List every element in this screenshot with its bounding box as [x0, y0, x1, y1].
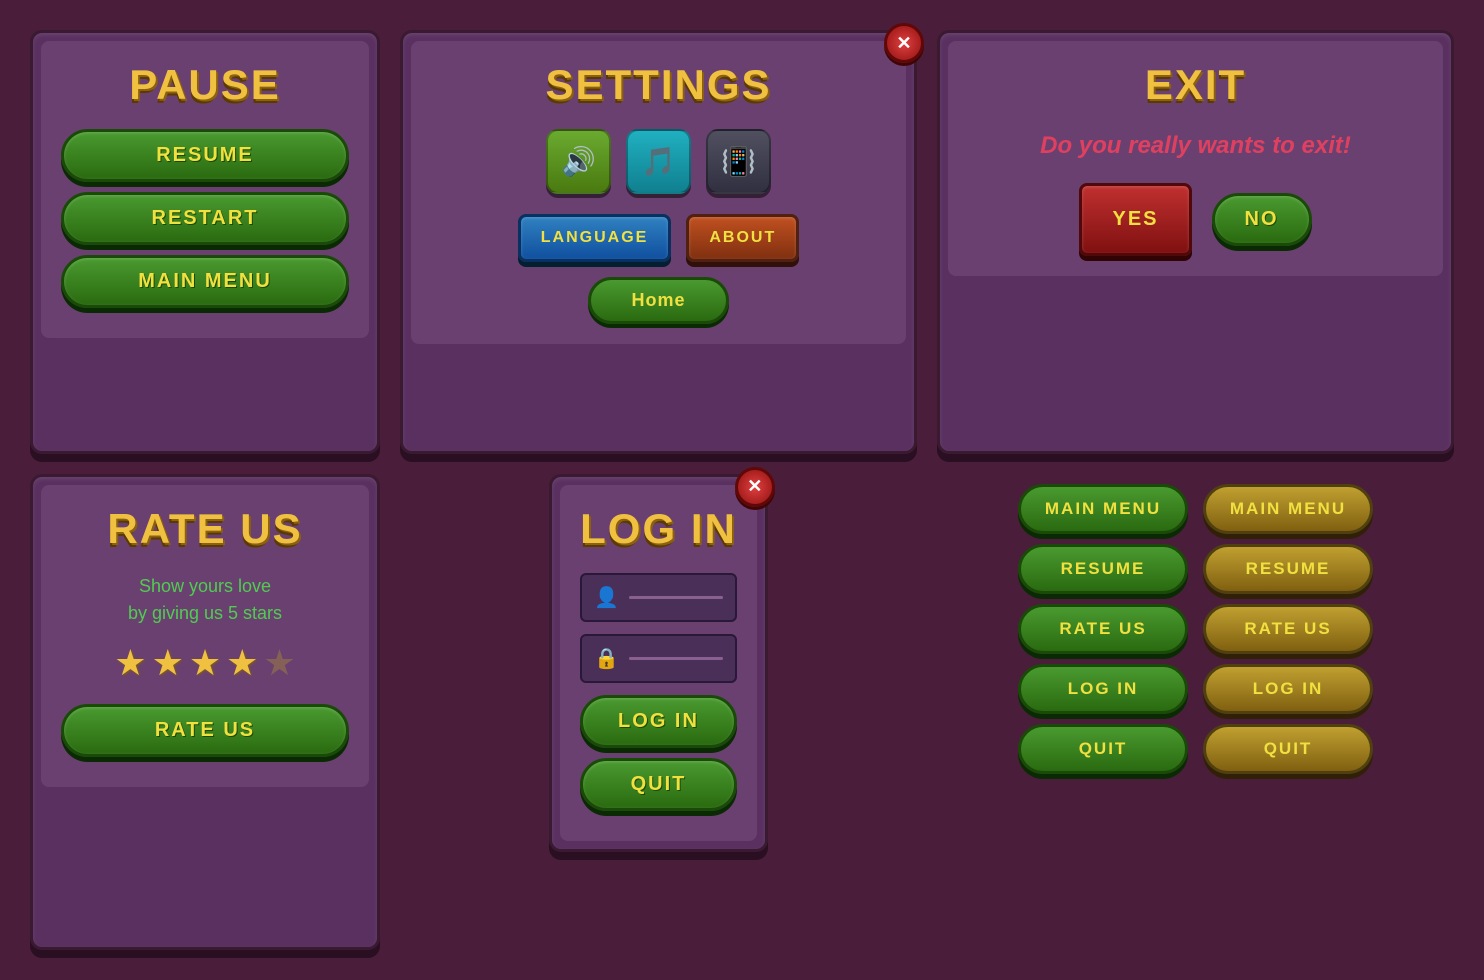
settings-btn-row: LANGUAGE ABOUT: [431, 214, 886, 262]
star-3[interactable]: ★: [189, 642, 221, 684]
main-container: PAUSE RESUME RESTART MAIN MENU ✕ SETTING…: [0, 0, 1484, 980]
green-resume-button[interactable]: RESUME: [1018, 544, 1188, 594]
rate-panel: RATE US Show yours loveby giving us 5 st…: [30, 474, 380, 951]
quit-button[interactable]: QUIT: [580, 758, 737, 811]
green-buttons-column: MAIN MENU RESUME RATE US LOG IN QUIT: [1018, 484, 1188, 774]
user-icon: 👤: [594, 585, 619, 610]
username-field[interactable]: 👤: [580, 573, 737, 622]
pause-panel: PAUSE RESUME RESTART MAIN MENU: [30, 30, 380, 454]
password-line: [629, 657, 723, 660]
gold-quit-button[interactable]: QUIT: [1203, 724, 1373, 774]
gold-main-menu-button[interactable]: MAIN MENU: [1203, 484, 1373, 534]
no-button[interactable]: NO: [1212, 193, 1312, 246]
lock-icon: 🔒: [594, 646, 619, 671]
sound-icon: 🔊: [561, 145, 596, 178]
login-panel: ✕ LOG IN 👤 🔒 LOG IN QUIT: [549, 474, 768, 852]
yes-button[interactable]: YES: [1079, 183, 1191, 256]
password-field[interactable]: 🔒: [580, 634, 737, 683]
exit-buttons-row: YES NO: [968, 183, 1423, 256]
exit-panel: EXIT Do you really wants to exit! YES NO: [937, 30, 1454, 454]
music-icon-button[interactable]: 🎵: [626, 129, 691, 194]
login-button[interactable]: LOG IN: [580, 695, 737, 748]
star-5[interactable]: ★: [263, 642, 295, 684]
music-icon: 🎵: [641, 145, 676, 178]
settings-icons-row: 🔊 🎵 📳: [431, 129, 886, 194]
green-log-in-button[interactable]: LOG IN: [1018, 664, 1188, 714]
exit-panel-inner: EXIT Do you really wants to exit! YES NO: [948, 41, 1443, 276]
rate-panel-inner: RATE US Show yours loveby giving us 5 st…: [41, 485, 369, 787]
sound-icon-button[interactable]: 🔊: [546, 129, 611, 194]
exit-title: EXIT: [968, 61, 1423, 109]
stars-row: ★ ★ ★ ★ ★: [61, 642, 349, 684]
rate-us-title: RATE US: [61, 505, 349, 553]
rate-us-button[interactable]: RATE US: [61, 704, 349, 757]
login-close-button[interactable]: ✕: [735, 467, 775, 507]
vibrate-icon-button[interactable]: 📳: [706, 129, 771, 194]
login-panel-inner: LOG IN 👤 🔒 LOG IN QUIT: [560, 485, 757, 841]
gold-buttons-column: MAIN MENU RESUME RATE US LOG IN QUIT: [1203, 484, 1373, 774]
rate-us-subtitle: Show yours loveby giving us 5 stars: [61, 573, 349, 627]
settings-close-button[interactable]: ✕: [884, 23, 924, 63]
restart-button[interactable]: RESTART: [61, 192, 349, 245]
home-btn-wrap: Home: [431, 277, 886, 324]
vibrate-icon: 📳: [721, 145, 756, 178]
star-1[interactable]: ★: [114, 642, 146, 684]
star-2[interactable]: ★: [152, 642, 184, 684]
main-menu-button[interactable]: MAIN MENU: [61, 255, 349, 308]
pause-title: PAUSE: [61, 61, 349, 109]
pause-panel-inner: PAUSE RESUME RESTART MAIN MENU: [41, 41, 369, 338]
green-rate-us-button[interactable]: RATE US: [1018, 604, 1188, 654]
about-button[interactable]: ABOUT: [686, 214, 799, 262]
gold-log-in-button[interactable]: LOG IN: [1203, 664, 1373, 714]
buttons-columns: MAIN MENU RESUME RATE US LOG IN QUIT MAI…: [937, 474, 1454, 951]
home-button[interactable]: Home: [588, 277, 728, 324]
language-button[interactable]: LANGUAGE: [518, 214, 672, 262]
gold-rate-us-button[interactable]: RATE US: [1203, 604, 1373, 654]
settings-panel: ✕ SETTINGS 🔊 🎵 📳 LANGUAGE ABOUT Home: [400, 30, 917, 454]
settings-title: SETTINGS: [431, 61, 886, 109]
green-main-menu-button[interactable]: MAIN MENU: [1018, 484, 1188, 534]
username-line: [629, 596, 723, 599]
settings-panel-inner: SETTINGS 🔊 🎵 📳 LANGUAGE ABOUT Home: [411, 41, 906, 344]
star-4[interactable]: ★: [226, 642, 258, 684]
resume-button[interactable]: RESUME: [61, 129, 349, 182]
login-title: LOG IN: [580, 505, 737, 553]
green-quit-button[interactable]: QUIT: [1018, 724, 1188, 774]
exit-message: Do you really wants to exit!: [968, 129, 1423, 163]
gold-resume-button[interactable]: RESUME: [1203, 544, 1373, 594]
